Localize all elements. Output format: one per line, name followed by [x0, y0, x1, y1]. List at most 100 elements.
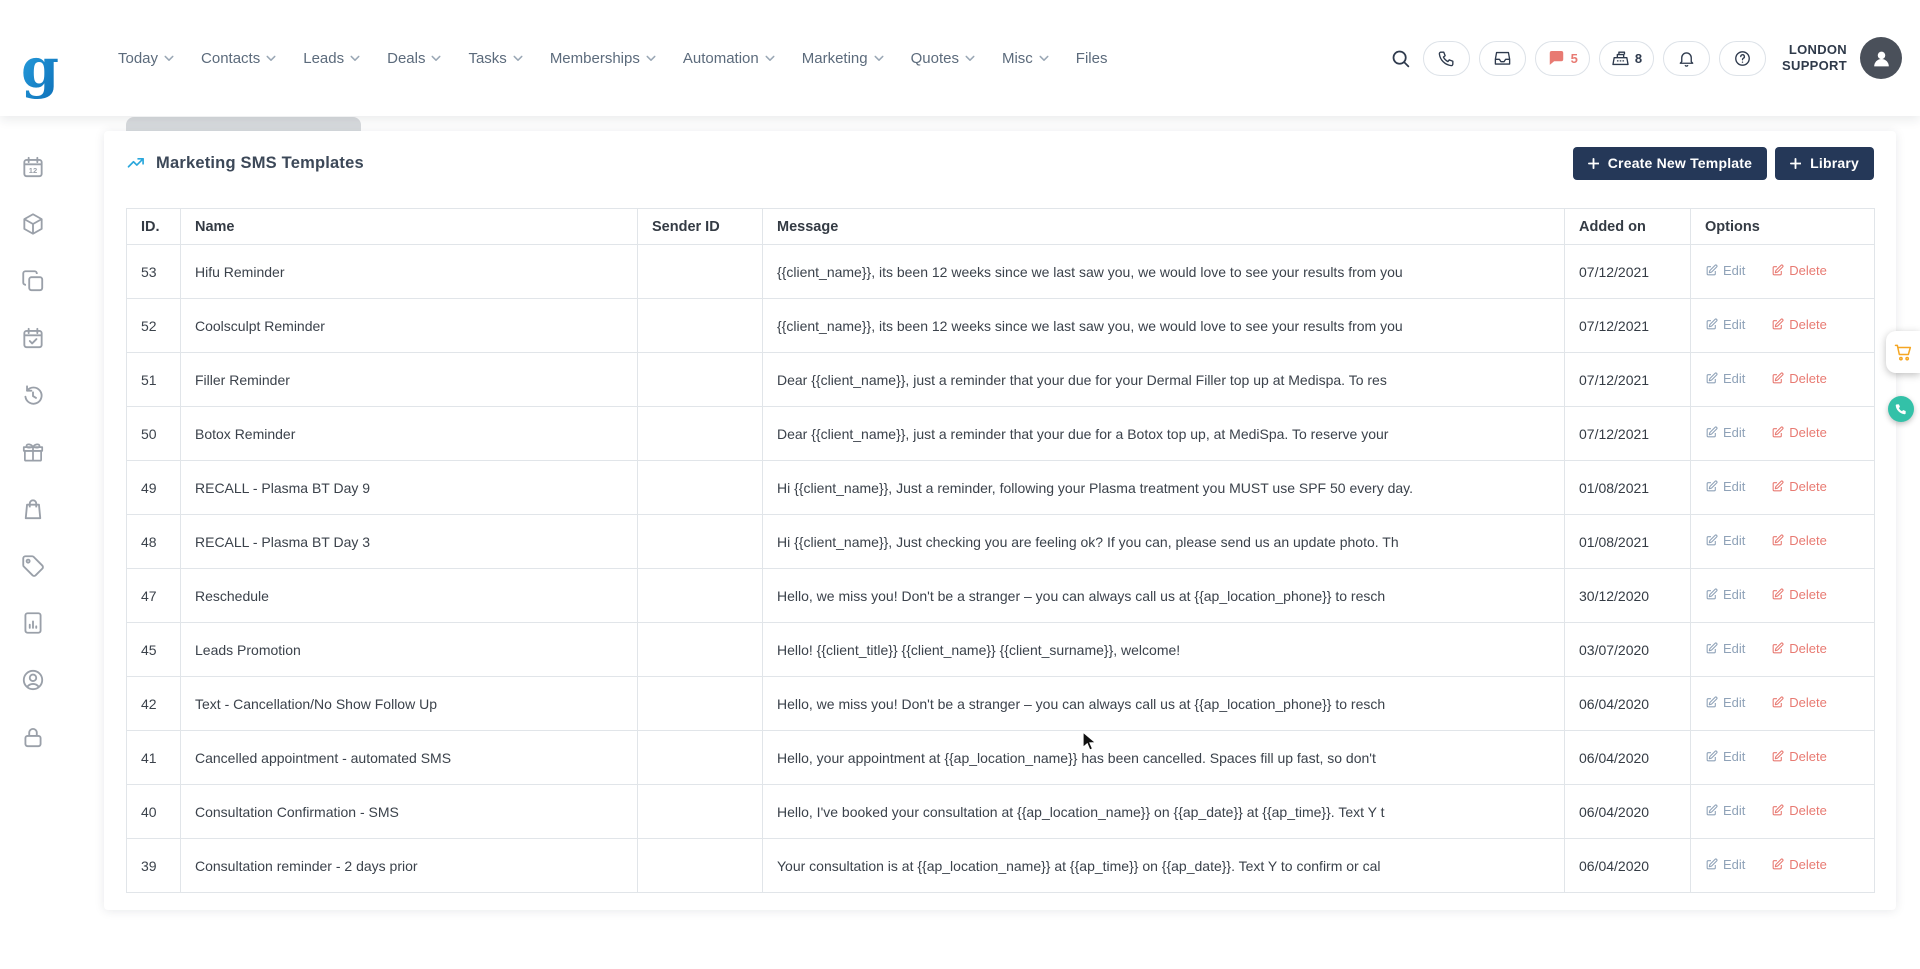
app-logo[interactable]: g	[14, 40, 66, 100]
cell-id: 50	[127, 407, 181, 461]
phone-chat-widget[interactable]	[1888, 396, 1914, 422]
edit-link[interactable]: Edit	[1705, 749, 1745, 764]
sidebar-item-shop[interactable]	[20, 496, 46, 522]
avatar[interactable]	[1860, 37, 1902, 79]
bell-icon	[1677, 49, 1696, 68]
sidebar-item-products[interactable]	[20, 211, 46, 237]
edit-link[interactable]: Edit	[1705, 641, 1745, 656]
phone-button[interactable]	[1423, 41, 1470, 76]
sidebar-item-history[interactable]	[20, 382, 46, 408]
delete-link-label: Delete	[1789, 803, 1827, 818]
sidebar-item-reports[interactable]	[20, 610, 46, 636]
edit-link[interactable]: Edit	[1705, 425, 1745, 440]
delete-link-label: Delete	[1789, 425, 1827, 440]
nav-item-contacts[interactable]: Contacts	[201, 50, 276, 67]
nav-item-tasks[interactable]: Tasks	[468, 50, 522, 67]
notifications-button[interactable]	[1663, 41, 1710, 76]
edit-link[interactable]: Edit	[1705, 533, 1745, 548]
delete-link[interactable]: Delete	[1771, 263, 1827, 278]
delete-icon	[1771, 372, 1784, 385]
edit-link-label: Edit	[1723, 695, 1745, 710]
cell-added-on: 06/04/2020	[1565, 677, 1691, 731]
nav-item-today[interactable]: Today	[118, 50, 174, 67]
cell-options: Edit Delete	[1691, 299, 1875, 353]
delete-link[interactable]: Delete	[1771, 479, 1827, 494]
chat-button[interactable]: 5	[1535, 41, 1590, 76]
sidebar-item-account[interactable]	[20, 667, 46, 693]
phone-icon	[1437, 49, 1456, 68]
library-button[interactable]: Library	[1775, 147, 1874, 180]
delete-link[interactable]: Delete	[1771, 425, 1827, 440]
help-button[interactable]	[1719, 41, 1766, 76]
edit-link[interactable]: Edit	[1705, 803, 1745, 818]
edit-link[interactable]: Edit	[1705, 317, 1745, 332]
table-row: 39 Consultation reminder - 2 days prior …	[127, 839, 1875, 893]
delete-link[interactable]: Delete	[1771, 533, 1827, 548]
app-header: g Today Contacts Leads Deals Tasks Membe…	[0, 0, 1920, 116]
sidebar-item-security[interactable]	[20, 724, 46, 750]
inbox-button[interactable]	[1479, 41, 1526, 76]
till-button[interactable]: 8	[1599, 41, 1654, 76]
account-name: LONDON SUPPORT	[1782, 42, 1847, 75]
table-row: 49 RECALL - Plasma BT Day 9 Hi {{client_…	[127, 461, 1875, 515]
cell-message: Dear {{client_name}}, just a reminder th…	[763, 407, 1565, 461]
chevron-down-icon	[646, 55, 656, 62]
delete-link[interactable]: Delete	[1771, 749, 1827, 764]
cell-sender-id	[638, 245, 763, 299]
sidebar-item-calendar[interactable]	[20, 154, 46, 180]
card-header: Marketing SMS Templates Create New Templ…	[126, 131, 1874, 195]
delete-link[interactable]: Delete	[1771, 371, 1827, 386]
nav-item-deals[interactable]: Deals	[387, 50, 441, 67]
edit-link-label: Edit	[1723, 587, 1745, 602]
nav-item-misc[interactable]: Misc	[1002, 50, 1049, 67]
cell-name: Coolsculpt Reminder	[181, 299, 638, 353]
nav-item-label: Misc	[1002, 50, 1033, 67]
sidebar-item-gifts[interactable]	[20, 439, 46, 465]
delete-link[interactable]: Delete	[1771, 317, 1827, 332]
nav-item-files[interactable]: Files	[1076, 50, 1108, 67]
delete-link-label: Delete	[1789, 695, 1827, 710]
cell-sender-id	[638, 677, 763, 731]
table-row: 41 Cancelled appointment - automated SMS…	[127, 731, 1875, 785]
nav-item-memberships[interactable]: Memberships	[550, 50, 656, 67]
question-icon	[1733, 49, 1752, 68]
edit-link[interactable]: Edit	[1705, 695, 1745, 710]
table-row: 53 Hifu Reminder {{client_name}}, its be…	[127, 245, 1875, 299]
user-icon	[1869, 46, 1894, 71]
chevron-down-icon	[513, 55, 523, 62]
cell-options: Edit Delete	[1691, 461, 1875, 515]
nav-item-automation[interactable]: Automation	[683, 50, 775, 67]
cell-added-on: 07/12/2021	[1565, 353, 1691, 407]
cell-name: Hifu Reminder	[181, 245, 638, 299]
cell-name: Text - Cancellation/No Show Follow Up	[181, 677, 638, 731]
sidebar-item-duplicates[interactable]	[20, 268, 46, 294]
sidebar-item-bookings[interactable]	[20, 325, 46, 351]
delete-link[interactable]: Delete	[1771, 587, 1827, 602]
sidebar-item-tags[interactable]	[20, 553, 46, 579]
edit-link[interactable]: Edit	[1705, 587, 1745, 602]
chevron-down-icon	[266, 55, 276, 62]
cell-message: Hi {{client_name}}, Just a reminder, fol…	[763, 461, 1565, 515]
templates-table: ID. Name Sender ID Message Added on Opti…	[126, 208, 1875, 893]
delete-link[interactable]: Delete	[1771, 695, 1827, 710]
table-row: 40 Consultation Confirmation - SMS Hello…	[127, 785, 1875, 839]
edit-link[interactable]: Edit	[1705, 263, 1745, 278]
delete-link[interactable]: Delete	[1771, 803, 1827, 818]
delete-link[interactable]: Delete	[1771, 641, 1827, 656]
cell-name: RECALL - Plasma BT Day 9	[181, 461, 638, 515]
cart-widget[interactable]	[1886, 331, 1920, 373]
delete-link[interactable]: Delete	[1771, 857, 1827, 872]
nav-item-leads[interactable]: Leads	[303, 50, 360, 67]
search-icon[interactable]	[1390, 48, 1411, 69]
nav-item-marketing[interactable]: Marketing	[802, 50, 884, 67]
cell-added-on: 07/12/2021	[1565, 299, 1691, 353]
create-new-template-button[interactable]: Create New Template	[1573, 147, 1767, 180]
edit-link[interactable]: Edit	[1705, 479, 1745, 494]
cell-sender-id	[638, 299, 763, 353]
edit-link[interactable]: Edit	[1705, 371, 1745, 386]
nav-item-quotes[interactable]: Quotes	[911, 50, 975, 67]
nav-item-label: Deals	[387, 50, 425, 67]
cell-name: Consultation Confirmation - SMS	[181, 785, 638, 839]
cell-options: Edit Delete	[1691, 677, 1875, 731]
edit-link[interactable]: Edit	[1705, 857, 1745, 872]
